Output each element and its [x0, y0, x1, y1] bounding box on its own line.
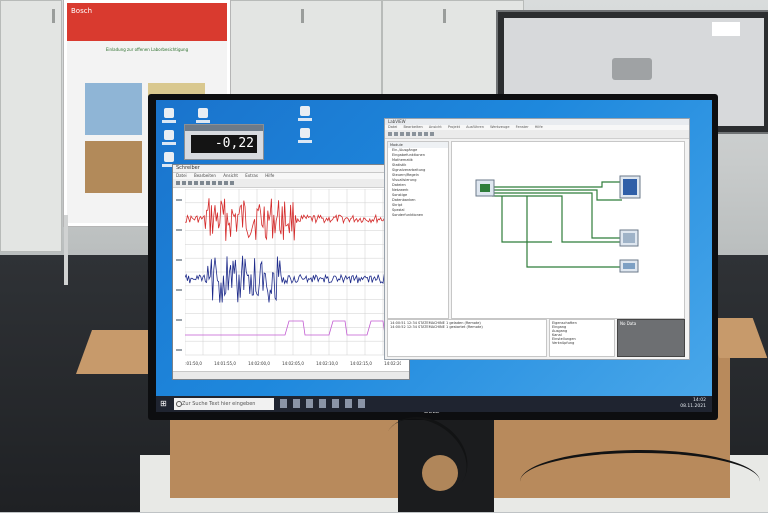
- menu-item[interactable]: Hilfe: [265, 173, 274, 178]
- search-placeholder: Zur Suche Text hier eingeben: [182, 401, 256, 407]
- function-block-icon: [623, 263, 635, 269]
- scope-statusbar: [173, 371, 409, 379]
- taskbar: ⊞ Zur Suche Text hier eingeben 14:02 08.…: [156, 396, 712, 412]
- meter-window[interactable]: -0,22: [184, 124, 264, 160]
- desktop-icon[interactable]: [298, 128, 312, 146]
- scope-toolbar: [173, 179, 409, 188]
- labview-log: 14:00:51 12:34 STATEMACHINE 1 geladen (R…: [387, 319, 547, 357]
- tool-icon[interactable]: [188, 181, 192, 185]
- poster-header: Bosch: [67, 3, 227, 41]
- tool-icon[interactable]: [224, 181, 228, 185]
- labview-toolbar: [385, 130, 689, 139]
- background-monitor-logo: [612, 58, 652, 80]
- windows-start-icon[interactable]: ⊞: [160, 399, 170, 409]
- scope-titlebar[interactable]: Schreiber: [173, 165, 409, 173]
- poster-title: Bosch: [71, 7, 93, 15]
- tool-icon[interactable]: [400, 132, 404, 136]
- wire-group: [492, 181, 622, 268]
- taskbar-apps: [280, 399, 365, 408]
- menu-item[interactable]: Ansicht: [223, 173, 238, 178]
- tool-icon[interactable]: [200, 181, 204, 185]
- tool-icon[interactable]: [406, 132, 410, 136]
- poster-subtitle: Einladung zur offenen Laborbesichtigung: [105, 47, 189, 52]
- menu-item[interactable]: Projekt: [448, 125, 460, 129]
- tool-icon[interactable]: [412, 132, 416, 136]
- time-tick-label: 14:02:20,0: [384, 361, 401, 366]
- labview-properties[interactable]: Eigenschaften Eingang Ausgang Kanal Eins…: [549, 319, 615, 357]
- meter-value: -0,22: [191, 135, 257, 153]
- desktop-icon[interactable]: [162, 108, 176, 126]
- meter-titlebar[interactable]: [185, 125, 263, 131]
- wire: [492, 181, 622, 188]
- taskbar-app-icon[interactable]: [345, 399, 352, 408]
- desktop-icon[interactable]: [298, 106, 312, 124]
- time-tick-label: 14:02:05,0: [282, 361, 304, 366]
- function-block-icon: [623, 233, 635, 243]
- time-tick-label: 14:02:10,0: [316, 361, 338, 366]
- tool-icon[interactable]: [388, 132, 392, 136]
- menu-item[interactable]: Ansicht: [429, 125, 442, 129]
- tool-icon[interactable]: [430, 132, 434, 136]
- wire: [492, 189, 622, 201]
- cabinet-left: [0, 0, 62, 252]
- time-tick-label: 14:01:50,0: [185, 361, 202, 366]
- tool-icon[interactable]: [176, 181, 180, 185]
- taskbar-app-icon[interactable]: [358, 399, 365, 408]
- menu-item[interactable]: Ausführen: [466, 125, 484, 129]
- labview-block-diagram[interactable]: [451, 141, 685, 319]
- labview-preview: No Data: [617, 319, 685, 357]
- taskbar-search-input[interactable]: Zur Suche Text hier eingeben: [174, 398, 274, 410]
- tray-date: 08.11.2021: [680, 404, 706, 409]
- menu-item[interactable]: Datei: [176, 173, 187, 178]
- scope-window[interactable]: Schreiber Datei Bearbeiten Ansicht Extra…: [172, 164, 410, 380]
- scope-y-axis: [176, 199, 182, 351]
- tool-icon[interactable]: [418, 132, 422, 136]
- tool-icon[interactable]: [212, 181, 216, 185]
- taskbar-app-icon[interactable]: [293, 399, 300, 408]
- tool-icon[interactable]: [206, 181, 210, 185]
- log-line: 14:00:52 12:34 STATEMACHINE 1 gestartet …: [390, 325, 483, 329]
- labview-window[interactable]: LabVIEW Datei Bearbeiten Ansicht Projekt…: [384, 118, 690, 360]
- menu-item[interactable]: Bearbeiten: [403, 125, 422, 129]
- tool-icon[interactable]: [194, 181, 198, 185]
- tool-icon[interactable]: [230, 181, 234, 185]
- tool-icon[interactable]: [182, 181, 186, 185]
- screen: -0,22 Schreiber Datei Bearbeiten Ansicht…: [156, 100, 712, 412]
- tree-item[interactable]: Sonderfunktionen: [388, 213, 448, 218]
- tool-icon[interactable]: [218, 181, 222, 185]
- time-tick-label: 14:01:55,0: [214, 361, 236, 366]
- sticker: [712, 22, 740, 36]
- property-item[interactable]: Verknüpfung: [552, 341, 612, 345]
- taskbar-app-icon[interactable]: [306, 399, 313, 408]
- cable: [520, 450, 760, 513]
- time-tick-label: 14:02:15,0: [350, 361, 372, 366]
- taskbar-app-icon[interactable]: [332, 399, 339, 408]
- system-tray-clock[interactable]: 14:02 08.11.2021: [680, 398, 706, 410]
- tool-icon[interactable]: [424, 132, 428, 136]
- menu-item[interactable]: Hilfe: [535, 125, 543, 129]
- desktop-icon[interactable]: [162, 130, 176, 148]
- menu-item[interactable]: Werkzeuge: [490, 125, 509, 129]
- wire: [492, 195, 622, 243]
- menu-item[interactable]: Fenster: [516, 125, 529, 129]
- menu-item[interactable]: Datei: [388, 125, 397, 129]
- labview-module-tree[interactable]: Module Ein-/Ausgänge Eingabefunktionen M…: [387, 141, 449, 319]
- menu-item[interactable]: Extras: [245, 173, 258, 178]
- search-icon: [176, 401, 182, 407]
- taskbar-app-icon[interactable]: [319, 399, 326, 408]
- scope-plot[interactable]: 14:01:50,0 14:01:55,0 14:02:00,0 14:02:05,0…: [185, 189, 401, 367]
- time-tick-label: 14:02:00,0: [248, 361, 270, 366]
- tool-icon[interactable]: [394, 132, 398, 136]
- menu-item[interactable]: Bearbeiten: [194, 173, 216, 178]
- function-block-icon: [623, 179, 637, 195]
- function-block-icon: [480, 184, 490, 192]
- taskbar-app-icon[interactable]: [280, 399, 287, 408]
- wire: [526, 196, 622, 268]
